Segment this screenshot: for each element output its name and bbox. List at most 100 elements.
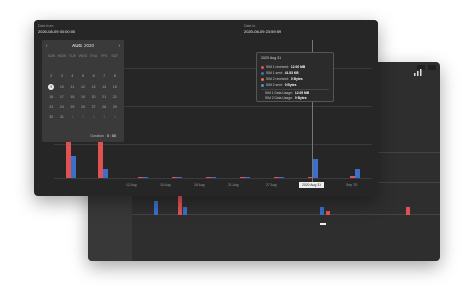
date-from-field[interactable]: 2020-08-09 00:00:00 — [38, 29, 75, 34]
background-tab[interactable] — [428, 65, 436, 70]
calendar-day[interactable]: 12 — [78, 84, 89, 90]
tooltip-divider — [261, 89, 329, 90]
date-picker: ‹ AUG 2020 › SUN MON TUE WED THU FRI SAT 2 3 4 5 6 7… — [42, 40, 124, 142]
bar-sent[interactable] — [143, 177, 148, 178]
weekday-label: FRI — [101, 54, 108, 58]
x-axis-label: 18 Aug — [194, 183, 205, 187]
date-range-header: Date from 2020-08-09 00:00:00 Date to 20… — [34, 20, 378, 36]
calendar-day[interactable] — [88, 63, 99, 69]
calendar-day[interactable]: 10 — [57, 84, 68, 90]
bar-chart-icon[interactable] — [413, 68, 422, 77]
bar-sent[interactable] — [355, 168, 360, 178]
background-bar — [183, 207, 187, 215]
bar-sent[interactable] — [177, 177, 182, 178]
calendar-day[interactable]: 21 — [99, 94, 110, 100]
calendar-day[interactable] — [78, 63, 89, 69]
background-bar — [320, 207, 324, 215]
x-axis-label: 21 Aug — [228, 183, 239, 187]
calendar-day[interactable]: 26 — [78, 104, 89, 110]
calendar-day-selected[interactable]: 9 — [48, 83, 55, 90]
bar-sent[interactable] — [279, 177, 284, 178]
calendar-day[interactable]: 28 — [99, 104, 110, 110]
calendar-day[interactable]: 30 — [46, 114, 57, 120]
chart-tooltip: 2020 Aug 31 SIM 1 received: 12.00 MB SIM … — [256, 52, 334, 102]
calendar-day[interactable]: 4 — [67, 73, 78, 79]
x-axis-label: 27 Aug — [266, 183, 277, 187]
calendar-day[interactable]: 19 — [78, 94, 89, 100]
x-axis-label: 15 Aug — [160, 183, 171, 187]
calendar-day[interactable]: 31 — [57, 114, 68, 120]
bar-sent[interactable] — [245, 177, 250, 178]
bar-sent[interactable] — [71, 156, 76, 178]
grid-line — [54, 178, 372, 179]
time-value[interactable]: 0 : 00 — [107, 134, 116, 138]
calendar-day[interactable] — [99, 63, 110, 69]
calendar-day[interactable] — [109, 63, 120, 69]
calendar-day[interactable]: 27 — [88, 104, 99, 110]
legend-dot — [261, 65, 264, 69]
x-axis-label: Sep '20 — [346, 183, 358, 187]
next-month-button[interactable]: › — [119, 43, 121, 48]
background-hover-label — [320, 223, 326, 225]
tooltip-row: SIM 1 received: 12.00 MB — [261, 65, 305, 69]
x-axis-label: 12 Aug — [126, 183, 137, 187]
calendar-day[interactable]: 8 — [109, 73, 120, 79]
calendar-day[interactable]: 23 — [46, 104, 57, 110]
calendar-day[interactable]: 3 — [88, 114, 99, 120]
calendar-day[interactable] — [46, 63, 57, 69]
weekday-label: SAT — [111, 54, 119, 58]
calendar-day[interactable]: 24 — [57, 104, 68, 110]
tooltip-row: SIM 2 received: 0 Bytes — [261, 77, 303, 81]
month-select[interactable]: AUG — [72, 43, 82, 48]
prev-month-button[interactable]: ‹ — [46, 43, 48, 48]
calendar-day[interactable] — [67, 63, 78, 69]
calendar-day[interactable]: 22 — [109, 94, 120, 100]
calendar-day[interactable]: 5 — [109, 114, 120, 120]
tooltip-title: 2020 Aug 31 — [261, 56, 282, 60]
calendar-day[interactable]: 5 — [78, 73, 89, 79]
calendar-day[interactable]: 2 — [46, 73, 57, 79]
calendar-day[interactable]: 13 — [88, 84, 99, 90]
calendar-day[interactable]: 16 — [46, 94, 57, 100]
tooltip-row: SIM 2 sent: 0 Bytes — [261, 83, 296, 87]
calendar-day[interactable]: 1 — [67, 114, 78, 120]
calendar-day[interactable]: 17 — [57, 94, 68, 100]
calendar-day[interactable]: 6 — [88, 73, 99, 79]
calendar-day[interactable]: 15 — [109, 84, 120, 90]
legend-dot — [261, 77, 264, 81]
legend-dot — [261, 83, 264, 87]
calendar-day[interactable]: 18 — [67, 94, 78, 100]
year-select[interactable]: 2020 — [84, 43, 94, 48]
weekday-label: TUE — [68, 54, 77, 58]
legend-dot — [261, 71, 264, 75]
time-label: Duration — [90, 134, 104, 138]
weekday-label: WED — [78, 54, 88, 58]
weekday-label: MON — [57, 54, 67, 58]
calendar-day[interactable]: 14 — [99, 84, 110, 90]
calendar-day[interactable] — [57, 63, 68, 69]
bar-sent[interactable] — [211, 177, 216, 178]
calendar-day[interactable]: 11 — [67, 84, 78, 90]
tooltip-row: SIM 1 sent: 41.53 KB — [261, 71, 299, 75]
bar-sent[interactable] — [313, 159, 318, 178]
calendar-day[interactable]: 25 — [67, 104, 78, 110]
date-to-field[interactable]: 2020-08-09 23:59:59 — [244, 29, 281, 34]
date-to-label: Date to — [244, 24, 256, 28]
calendar-day[interactable]: 4 — [99, 114, 110, 120]
weekday-label: THU — [89, 54, 98, 58]
bar-sent[interactable] — [103, 168, 108, 178]
date-from-label: Date from — [38, 24, 54, 28]
main-window: Date from 2020-08-09 00:00:00 Date to 20… — [34, 20, 378, 196]
weekday-label: SUN — [47, 54, 56, 58]
tooltip-usage-row: SIM 1 Data Usage: 12.05 MB — [265, 91, 310, 95]
x-hover-label: 2020 Aug 31 — [299, 182, 325, 188]
calendar-day[interactable]: 20 — [88, 94, 99, 100]
background-bar — [154, 201, 158, 215]
calendar-day[interactable]: 29 — [109, 104, 120, 110]
calendar-day[interactable]: 7 — [99, 73, 110, 79]
background-bar — [326, 211, 330, 215]
time-picker[interactable]: Duration 0 : 00 — [90, 134, 116, 138]
calendar-day[interactable]: 3 — [57, 73, 68, 79]
background-bar — [406, 207, 410, 215]
calendar-day[interactable]: 2 — [78, 114, 89, 120]
